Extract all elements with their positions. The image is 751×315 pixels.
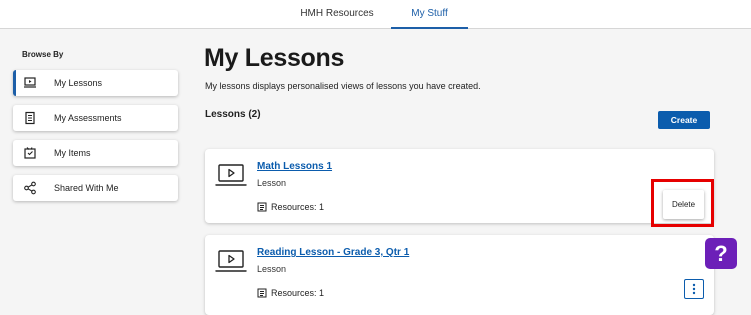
lessons-count: Lessons (2) (205, 109, 261, 120)
kebab-icon (692, 283, 696, 295)
active-tab-indicator (391, 27, 468, 29)
lesson-resources-count: Resources: 1 (271, 202, 325, 212)
browse-by-heading: Browse By (22, 50, 64, 59)
laptop-play-icon (23, 76, 37, 90)
top-nav: HMH Resources My Stuff (0, 0, 751, 29)
lesson-resources: Resources: 1 (257, 202, 324, 212)
share-icon (23, 181, 37, 195)
tab-hmh-resources[interactable]: HMH Resources (285, 0, 389, 28)
lesson-resources: Resources: 1 (257, 288, 324, 298)
sidebar-item-label: My Items (54, 148, 91, 158)
page-description: My lessons displays personalised views o… (205, 81, 481, 91)
items-icon (23, 146, 37, 160)
help-button[interactable]: ? (705, 238, 737, 269)
sidebar-item-label: My Assessments (54, 113, 122, 123)
lesson-type: Lesson (257, 178, 287, 188)
page-title: My Lessons (204, 44, 345, 72)
lesson-resources-count: Resources: 1 (271, 288, 325, 298)
sidebar-item-shared-with-me[interactable]: Shared With Me (13, 175, 178, 201)
lesson-laptop-icon (215, 250, 247, 272)
sidebar-item-label: Shared With Me (54, 183, 119, 193)
resources-icon (257, 288, 267, 298)
resources-icon (257, 202, 267, 212)
more-options-button[interactable] (684, 279, 704, 299)
checklist-icon (23, 111, 37, 125)
tab-my-stuff-label: My Stuff (411, 8, 448, 19)
lesson-laptop-icon (215, 164, 247, 186)
sidebar-item-my-items[interactable]: My Items (13, 140, 178, 166)
highlight-box (651, 179, 714, 227)
tab-my-stuff[interactable]: My Stuff (391, 0, 468, 29)
sidebar-item-my-assessments[interactable]: My Assessments (13, 105, 178, 131)
lesson-title-link[interactable]: Math Lessons 1 (257, 161, 332, 172)
lesson-title-link[interactable]: Reading Lesson - Grade 3, Qtr 1 (257, 247, 409, 258)
sidebar-item-label: My Lessons (54, 78, 103, 88)
lesson-card: Math Lessons 1 Lesson Resources: 1 (205, 149, 714, 223)
lesson-type: Lesson (257, 264, 287, 274)
sidebar-item-my-lessons[interactable]: My Lessons (13, 70, 178, 96)
create-button[interactable]: Create (658, 111, 710, 129)
lesson-card: Reading Lesson - Grade 3, Qtr 1 Lesson R… (205, 235, 714, 315)
